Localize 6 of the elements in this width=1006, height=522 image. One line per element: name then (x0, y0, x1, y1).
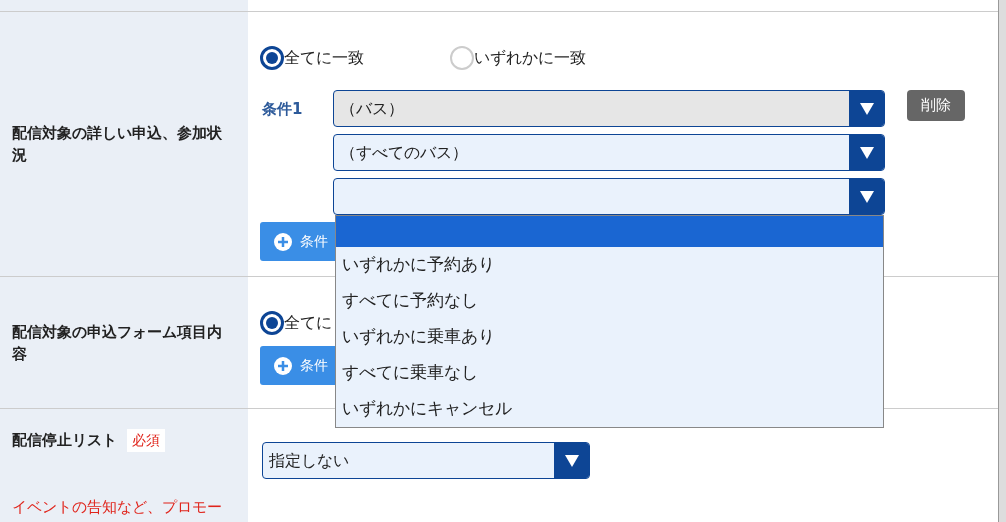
note-text: イベントの告知など、プロモー (12, 497, 223, 518)
field-label: 配信停止リスト (12, 430, 117, 452)
field-label: 配信対象の詳しい申込、参加状況 (12, 123, 223, 166)
field-label: 配信対象の申込フォーム項目内容 (12, 321, 223, 365)
condition-label: 条件1 (262, 99, 304, 120)
required-badge: 必須 (127, 429, 165, 452)
